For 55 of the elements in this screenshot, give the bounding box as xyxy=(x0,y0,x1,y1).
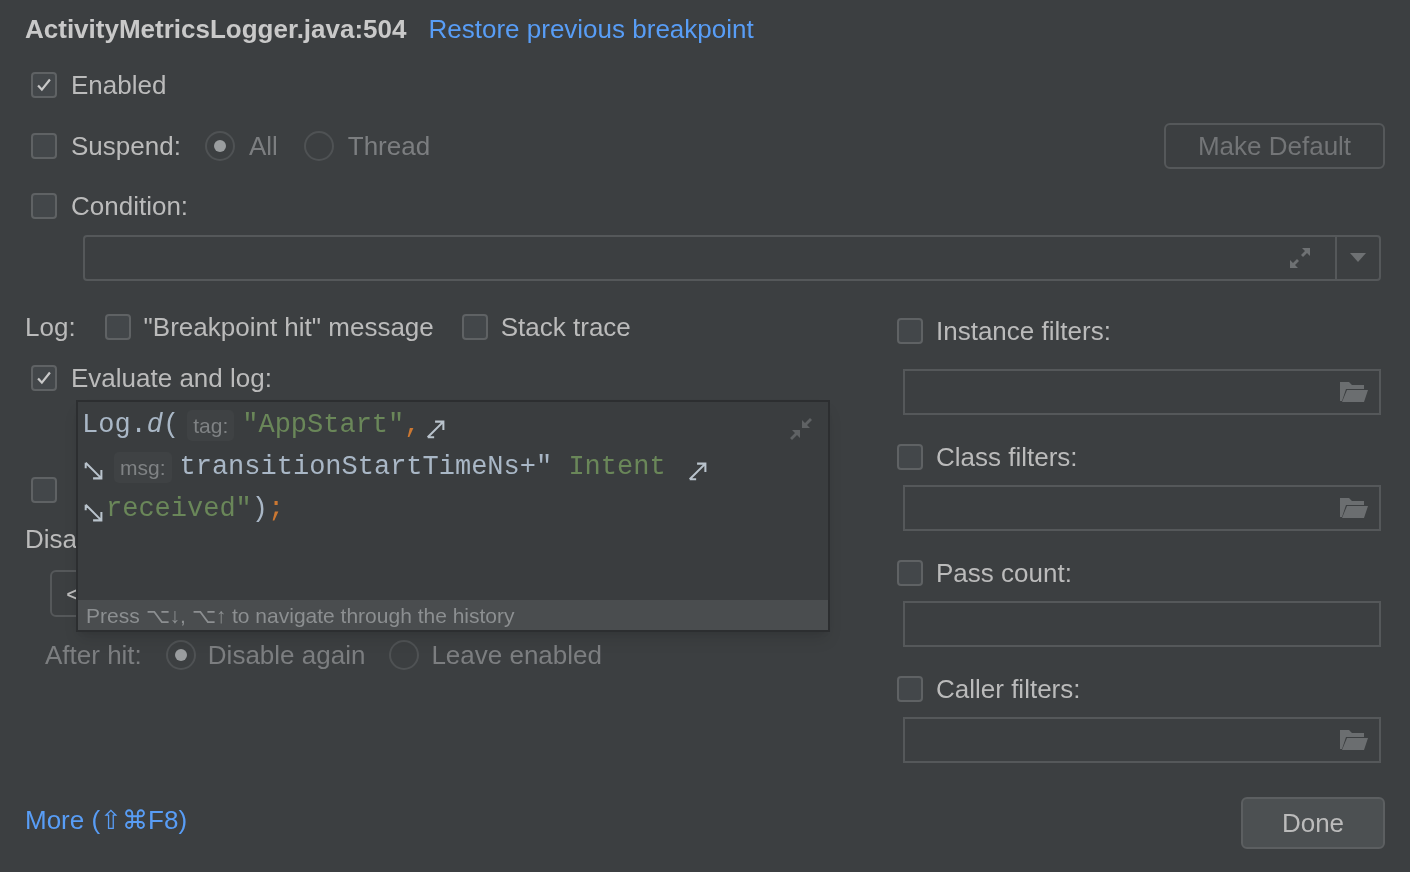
code-token: received" xyxy=(106,495,252,523)
code-token: Intent xyxy=(567,453,667,481)
section-label: Disa xyxy=(25,526,77,552)
code-token: d xyxy=(146,411,163,439)
checkbox-label: Class filters: xyxy=(936,444,1078,470)
code-token: transitionStartTimeNs+" xyxy=(179,453,553,481)
checkbox-label: Instance filters: xyxy=(936,318,1111,344)
checkbox[interactable] xyxy=(897,318,923,344)
collapse-icon[interactable] xyxy=(788,416,814,442)
breakpoint-title: ActivityMetricsLogger.java:504 xyxy=(25,16,407,42)
radio-label: Leave enabled xyxy=(431,642,602,668)
checkbox-label: Suspend: xyxy=(71,133,181,159)
parameter-hint: msg: xyxy=(114,451,172,483)
checkbox-label: Condition: xyxy=(71,193,189,219)
more-link[interactable]: More (⇧⌘F8) xyxy=(25,807,188,833)
after-hit-label: After hit: xyxy=(45,642,142,668)
checkbox[interactable] xyxy=(31,72,57,98)
checkbox[interactable] xyxy=(104,314,131,340)
filter-field[interactable] xyxy=(903,485,1381,531)
expand-icon[interactable] xyxy=(1287,245,1313,271)
filter-field[interactable] xyxy=(903,601,1381,647)
checkbox[interactable] xyxy=(31,365,57,391)
checkbox-label: Enabled xyxy=(71,72,167,98)
folder-icon[interactable] xyxy=(1339,496,1369,520)
checkbox[interactable] xyxy=(897,676,923,702)
log-label: Log: xyxy=(25,314,76,340)
folder-icon[interactable] xyxy=(1339,728,1369,752)
code-token: , xyxy=(404,411,421,439)
checkbox-label: Stack trace xyxy=(500,314,631,340)
checkbox-label: "Breakpoint hit" message xyxy=(143,314,434,340)
checkbox[interactable] xyxy=(31,193,57,219)
radio-label: All xyxy=(248,133,278,159)
parameter-hint: tag: xyxy=(187,409,235,441)
code-token: ( xyxy=(163,411,180,439)
condition-field[interactable] xyxy=(83,235,1381,281)
restore-link[interactable]: Restore previous breakpoint xyxy=(428,16,754,42)
code-token: ) xyxy=(251,495,269,523)
filter-field[interactable] xyxy=(903,717,1381,763)
checkbox[interactable] xyxy=(31,133,57,159)
folder-icon[interactable] xyxy=(1339,380,1369,404)
history-hint: Press ⌥↓, ⌥↑ to navigate through the history xyxy=(78,600,828,630)
radio-label: Thread xyxy=(347,133,431,159)
radio-label: Disable again xyxy=(207,642,366,668)
done-button[interactable]: Done xyxy=(1241,797,1385,849)
checkbox[interactable] xyxy=(31,477,57,503)
filter-field[interactable] xyxy=(903,369,1381,415)
checkbox-label: Pass count: xyxy=(936,560,1072,586)
checkbox[interactable] xyxy=(461,314,488,340)
code-token: "AppStart" xyxy=(242,411,405,439)
checkbox[interactable] xyxy=(897,444,923,470)
code-token: Log. xyxy=(82,411,147,439)
checkbox[interactable] xyxy=(897,560,923,586)
checkbox-label: Evaluate and log: xyxy=(71,365,272,391)
checkbox-label: Caller filters: xyxy=(936,676,1081,702)
code-token: ; xyxy=(268,495,285,523)
